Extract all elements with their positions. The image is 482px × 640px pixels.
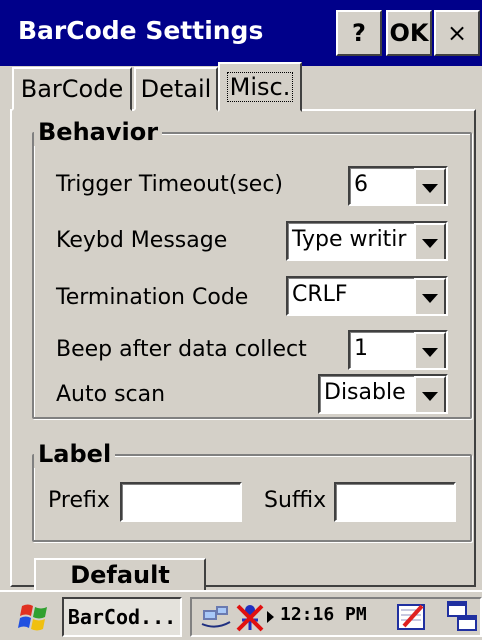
suffix-label: Suffix [264, 488, 327, 513]
beep-label: Beep after data collect [56, 337, 307, 362]
keybd-message-label: Keybd Message [56, 228, 228, 253]
keybd-message-select[interactable]: Type writir [286, 221, 448, 261]
trigger-timeout-value: 6 [354, 172, 368, 197]
tab-detail[interactable]: Detail [134, 67, 218, 111]
close-button[interactable]: × [434, 10, 480, 56]
taskbar-app-button[interactable]: BarCod... [62, 597, 182, 637]
behavior-legend: Behavior [34, 118, 163, 146]
window-title: BarCode Settings [18, 16, 264, 45]
chevron-down-icon[interactable] [414, 278, 446, 314]
switch-window-icon[interactable] [446, 600, 480, 634]
ok-button[interactable]: OK [386, 10, 432, 56]
prefix-label: Prefix [48, 488, 110, 513]
clock: 12:16 PM [280, 604, 367, 625]
termination-code-label: Termination Code [56, 285, 249, 310]
tab-barcode[interactable]: BarCode [12, 67, 132, 111]
tray-expand-icon[interactable] [267, 611, 274, 623]
chevron-down-icon[interactable] [414, 332, 446, 368]
auto-scan-value: Disable [324, 380, 406, 405]
tab-detail-label: Detail [140, 75, 212, 103]
disconnect-icon[interactable] [234, 600, 266, 634]
chevron-down-icon[interactable] [414, 376, 446, 412]
input-panel-icon[interactable] [396, 602, 428, 632]
network-icon[interactable] [200, 602, 232, 632]
chevron-down-icon[interactable] [414, 223, 446, 259]
default-button[interactable]: Default [34, 558, 206, 592]
auto-scan-label: Auto scan [56, 382, 166, 407]
tab-misc-label: Misc. [226, 72, 294, 102]
windows-start-icon[interactable] [16, 602, 52, 634]
label-legend: Label [34, 440, 116, 468]
termination-code-select[interactable]: CRLF [286, 276, 448, 316]
termination-code-value: CRLF [292, 282, 348, 307]
tab-misc[interactable]: Misc. [218, 62, 302, 112]
keybd-message-value: Type writir [292, 227, 407, 252]
help-button[interactable]: ? [336, 10, 382, 56]
tab-barcode-label: BarCode [20, 75, 124, 103]
trigger-timeout-select[interactable]: 6 [348, 166, 448, 206]
suffix-input[interactable] [334, 482, 456, 522]
beep-value: 1 [354, 336, 368, 361]
trigger-timeout-label: Trigger Timeout(sec) [56, 172, 283, 197]
auto-scan-select[interactable]: Disable [318, 374, 448, 414]
prefix-input[interactable] [120, 482, 242, 522]
beep-select[interactable]: 1 [348, 330, 448, 370]
chevron-down-icon[interactable] [414, 168, 446, 204]
